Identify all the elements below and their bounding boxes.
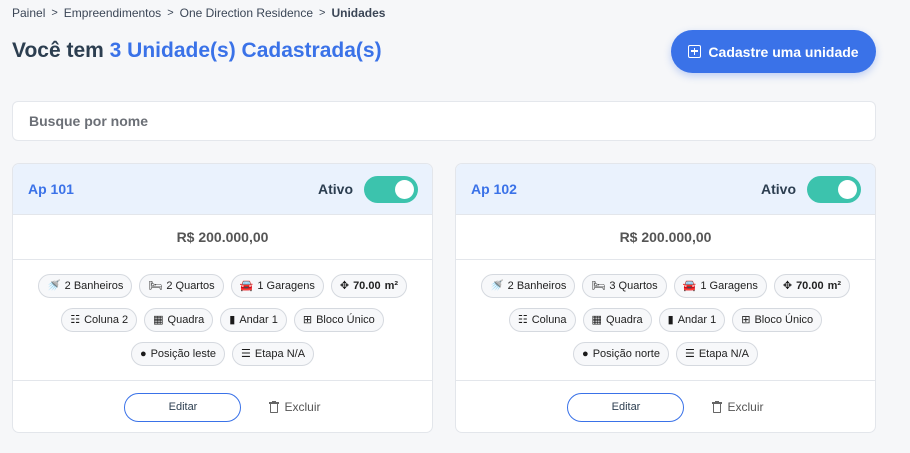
car-icon: 🚘 bbox=[239, 279, 254, 292]
building-icon: ▮ bbox=[667, 313, 674, 326]
chip-building: ⊞ Bloco Único bbox=[293, 308, 384, 332]
car-icon: 🚘 bbox=[682, 279, 697, 292]
breadcrumb-item-empreendimentos[interactable]: Empreendimentos bbox=[64, 6, 161, 20]
breadcrumb-separator: > bbox=[319, 7, 326, 19]
chip-block-type: ▦ Quadra bbox=[144, 308, 214, 332]
unit-name[interactable]: Ap 102 bbox=[471, 181, 517, 197]
delete-button-label: Excluir bbox=[727, 400, 764, 414]
chip-rooms: 🛏 2 Quartos bbox=[139, 274, 224, 298]
chip-block-type: ▦ Quadra bbox=[582, 308, 652, 332]
expand-icon: ✥ bbox=[782, 279, 793, 292]
unit-card-header: Ap 102 Ativo bbox=[456, 164, 875, 215]
chip-position: ● Posição leste bbox=[130, 342, 226, 366]
table-icon: ⊞ bbox=[302, 313, 313, 326]
breadcrumb-separator: > bbox=[167, 7, 174, 19]
chip-column: ☷ Coluna 2 bbox=[61, 308, 138, 332]
edit-button[interactable]: Editar bbox=[567, 392, 685, 422]
chip-area: ✥ 70.00 m² bbox=[330, 274, 408, 298]
unit-actions: Editar Excluir bbox=[13, 381, 432, 432]
columns-icon: ☷ bbox=[517, 313, 528, 326]
edit-button[interactable]: Editar bbox=[124, 392, 242, 422]
breadcrumb-separator: > bbox=[51, 7, 58, 19]
expand-icon: ✥ bbox=[339, 279, 350, 292]
unit-features: 🚿 2 Banheiros 🛏 3 Quartos 🚘 1 Garagens ✥ 70.… bbox=[456, 260, 875, 381]
unit-name[interactable]: Ap 101 bbox=[28, 181, 74, 197]
list-check-icon: ☰ bbox=[241, 347, 251, 360]
add-unit-button[interactable]: Cadastre uma unidade bbox=[671, 30, 876, 73]
delete-button[interactable]: Excluir bbox=[269, 400, 321, 414]
columns-icon: ☷ bbox=[70, 313, 81, 326]
grid-icon: ▦ bbox=[153, 313, 164, 326]
trash-icon bbox=[712, 401, 723, 413]
status-label: Ativo bbox=[318, 181, 353, 197]
add-unit-button-label: Cadastre uma unidade bbox=[708, 43, 859, 60]
chip-position: ● Posição norte bbox=[573, 342, 669, 366]
compass-icon: ● bbox=[582, 347, 589, 360]
shower-icon: 🚿 bbox=[489, 279, 504, 292]
chip-stage: ☰ Etapa N/A bbox=[232, 342, 315, 366]
chip-floor: ▮ Andar 1 bbox=[658, 308, 726, 332]
status-label: Ativo bbox=[761, 181, 796, 197]
active-toggle[interactable] bbox=[364, 175, 418, 203]
page-title: Você tem 3 Unidade(s) Cadastrada(s) bbox=[12, 39, 382, 63]
unit-actions: Editar Excluir bbox=[456, 381, 875, 432]
chip-stage: ☰ Etapa N/A bbox=[675, 342, 758, 366]
chip-column: ☷ Coluna bbox=[508, 308, 576, 332]
unit-card-header: Ap 101 Ativo bbox=[13, 164, 432, 215]
breadcrumb-item-painel[interactable]: Painel bbox=[12, 6, 45, 20]
search-input[interactable] bbox=[12, 101, 876, 141]
unit-card: Ap 101 Ativo R$ 200.000,00 🚿 2 Banheiros … bbox=[12, 163, 433, 433]
chip-area: ✥ 70.00 m² bbox=[773, 274, 851, 298]
toggle-knob bbox=[395, 179, 414, 199]
status-control: Ativo bbox=[761, 175, 861, 203]
list-check-icon: ☰ bbox=[684, 347, 695, 360]
unit-features: 🚿 2 Banheiros 🛏 2 Quartos 🚘 1 Garagens ✥ 70.… bbox=[13, 260, 432, 381]
active-toggle[interactable] bbox=[807, 175, 861, 203]
bed-icon: 🛏 bbox=[148, 279, 163, 292]
compass-icon: ● bbox=[139, 347, 147, 360]
breadcrumb-item-residence[interactable]: One Direction Residence bbox=[180, 6, 313, 20]
breadcrumb-current: Unidades bbox=[331, 6, 386, 20]
chip-bathrooms: 🚿 2 Banheiros bbox=[480, 274, 576, 298]
breadcrumb: Painel > Empreendimentos > One Direction… bbox=[12, 6, 385, 20]
shower-icon: 🚿 bbox=[46, 279, 61, 292]
grid-icon: ▦ bbox=[591, 313, 602, 326]
page-title-prefix: Você tem bbox=[12, 39, 104, 62]
trash-icon bbox=[269, 401, 280, 413]
bed-icon: 🛏 bbox=[591, 279, 606, 292]
toggle-knob bbox=[838, 179, 857, 199]
chip-bathrooms: 🚿 2 Banheiros bbox=[37, 274, 133, 298]
unit-card: Ap 102 Ativo R$ 200.000,00 🚿 2 Banheiros … bbox=[455, 163, 876, 433]
page-title-count: 3 Unidade(s) Cadastrada(s) bbox=[109, 39, 382, 62]
status-control: Ativo bbox=[318, 175, 418, 203]
chip-garages: 🚘 1 Garagens bbox=[673, 274, 767, 298]
table-icon: ⊞ bbox=[741, 313, 751, 326]
unit-price: R$ 200.000,00 bbox=[13, 215, 432, 260]
plus-square-icon bbox=[688, 45, 702, 58]
chip-floor: ▮ Andar 1 bbox=[220, 308, 287, 332]
delete-button[interactable]: Excluir bbox=[712, 400, 764, 414]
chip-rooms: 🛏 3 Quartos bbox=[582, 274, 667, 298]
chip-garages: 🚘 1 Garagens bbox=[230, 274, 324, 298]
chip-building: ⊞ Bloco Único bbox=[732, 308, 823, 332]
delete-button-label: Excluir bbox=[284, 400, 321, 414]
unit-price: R$ 200.000,00 bbox=[456, 215, 875, 260]
building-icon: ▮ bbox=[229, 313, 236, 326]
